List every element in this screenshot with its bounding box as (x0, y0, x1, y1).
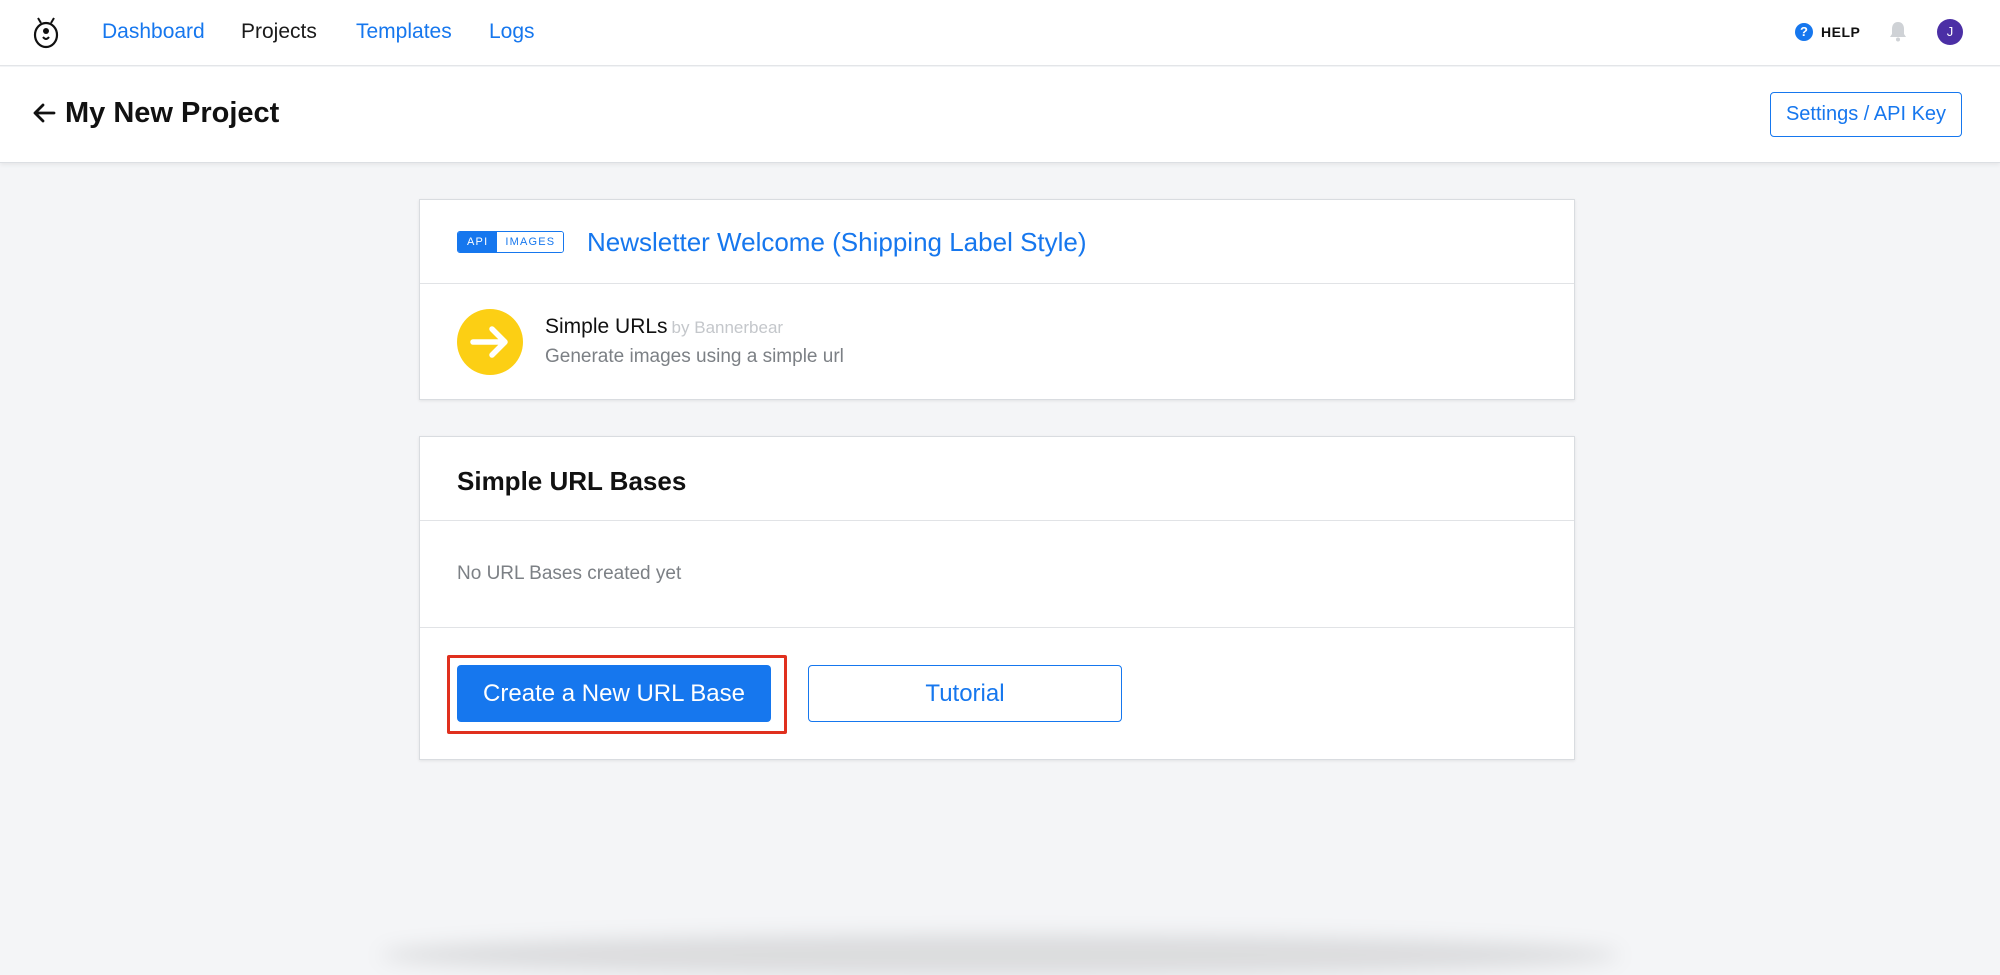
help-label: HELP (1821, 24, 1861, 40)
card-divider (420, 283, 1574, 284)
create-url-base-button[interactable]: Create a New URL Base (457, 665, 771, 722)
url-bases-card: Simple URL Bases No URL Bases created ye… (419, 436, 1575, 760)
bear-logo-icon[interactable] (32, 14, 60, 50)
nav-projects[interactable]: Projects (241, 20, 317, 44)
tutorial-button[interactable]: Tutorial (808, 665, 1122, 722)
badge-images: IMAGES (497, 232, 564, 252)
integration-author: by Bannerbear (671, 318, 784, 337)
arrow-right-icon (457, 309, 523, 375)
integration-title: Simple URLs (545, 315, 668, 338)
bottom-shadow (380, 935, 1620, 975)
settings-api-key-button[interactable]: Settings / API Key (1770, 92, 1962, 137)
page-header: My New Project Settings / API Key (0, 67, 2000, 163)
top-navigation: Dashboard Projects Templates Logs ? HELP… (0, 0, 2000, 66)
nav-dashboard[interactable]: Dashboard (102, 20, 205, 44)
back-arrow-icon[interactable] (32, 101, 56, 125)
integration-name: Simple URLs by Bannerbear (545, 315, 783, 340)
user-avatar[interactable]: J (1937, 19, 1963, 45)
nav-logs[interactable]: Logs (489, 20, 535, 44)
template-card: API IMAGES Newsletter Welcome (Shipping … (419, 199, 1575, 400)
card-divider (420, 520, 1574, 521)
template-title-link[interactable]: Newsletter Welcome (Shipping Label Style… (587, 227, 1087, 257)
help-link[interactable]: ? HELP (1795, 21, 1860, 43)
bell-icon[interactable] (1888, 20, 1908, 42)
integration-description: Generate images using a simple url (545, 346, 844, 367)
section-title: Simple URL Bases (457, 466, 687, 496)
empty-state-text: No URL Bases created yet (457, 563, 682, 584)
badge-api: API (458, 232, 498, 252)
api-images-badge: API IMAGES (457, 231, 565, 253)
nav-templates[interactable]: Templates (356, 20, 452, 44)
card-divider (420, 627, 1574, 628)
page-title: My New Project (65, 97, 280, 129)
question-icon: ? (1795, 23, 1813, 41)
